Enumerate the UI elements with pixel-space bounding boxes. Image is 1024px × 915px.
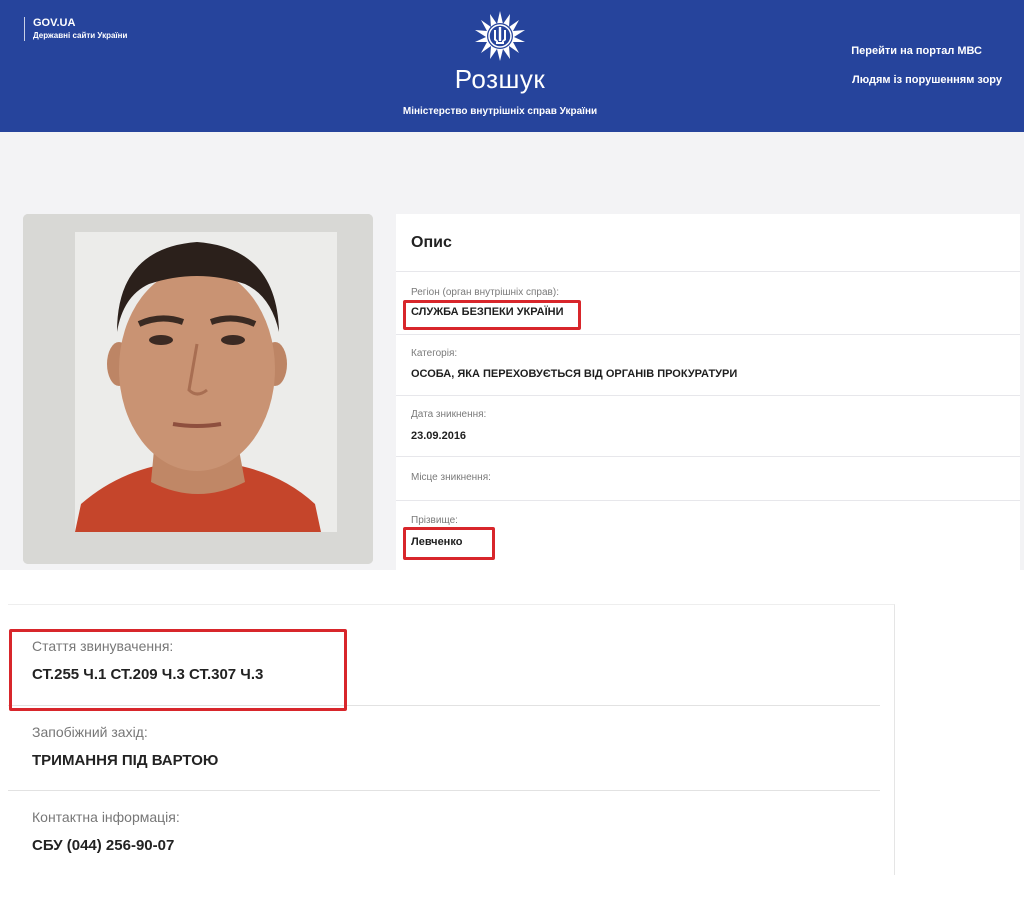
detail-row-measure: Запобіжний захід: ТРИМАННЯ ПІД ВАРТОЮ xyxy=(8,705,880,791)
gov-ua-title: GOV.UA xyxy=(33,17,76,29)
person-photo xyxy=(23,214,373,564)
field-date: Дата зникнення: 23.09.2016 xyxy=(396,395,1020,457)
card-title: Опис xyxy=(411,234,452,251)
field-category: Категорія: ОСОБА, ЯКА ПЕРЕХОВУЄТЬСЯ ВІД … xyxy=(396,334,1020,396)
field-place: Місце зникнення: xyxy=(396,456,1020,501)
gov-ua-subtitle: Державні сайти України xyxy=(33,31,128,40)
field-label: Прізвище: xyxy=(411,515,458,526)
portal-mvs-link[interactable]: Перейти на портал МВС xyxy=(851,45,982,57)
field-label: Місце зникнення: xyxy=(411,472,491,483)
detail-value: ТРИМАННЯ ПІД ВАРТОЮ xyxy=(32,752,219,769)
highlight-box-surname xyxy=(403,527,495,560)
highlight-box-region xyxy=(403,300,581,330)
field-value: 23.09.2016 xyxy=(411,430,467,442)
police-star-trident-icon[interactable] xyxy=(474,10,526,62)
accessibility-link[interactable]: Людям із порушенням зору xyxy=(852,74,1002,86)
site-title: Розшук xyxy=(454,64,546,94)
field-label: Регіон (орган внутрішніх справ): xyxy=(411,287,559,298)
field-label: Дата зникнення: xyxy=(411,409,487,420)
portrait-image xyxy=(23,214,373,564)
site-subtitle: Міністерство внутрішніх справ України xyxy=(402,106,598,117)
detail-row-contact: Контактна інформація: СБУ (044) 256-90-0… xyxy=(8,790,880,875)
detail-label: Запобіжний захід: xyxy=(32,724,148,740)
detail-value: СБУ (044) 256-90-07 xyxy=(32,837,175,854)
description-card: Опис Регіон (орган внутрішніх справ): СЛ… xyxy=(396,214,1020,570)
highlight-box-charges xyxy=(9,629,347,711)
field-value: ОСОБА, ЯКА ПЕРЕХОВУЄТЬСЯ ВІД ОРГАНІВ ПРО… xyxy=(411,368,738,380)
site-header: GOV.UA Державні сайти України Розшук Мін… xyxy=(0,0,1024,132)
detail-label: Контактна інформація: xyxy=(32,809,180,825)
field-label: Категорія: xyxy=(411,348,458,359)
gov-ua-link[interactable]: GOV.UA Державні сайти України xyxy=(24,17,127,41)
